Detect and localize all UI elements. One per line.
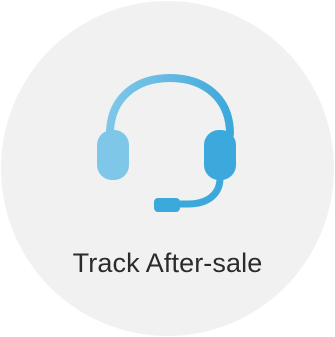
track-after-sale-tile[interactable]: Track After-sale	[0, 0, 335, 337]
headset-icon	[97, 73, 236, 212]
tile-label: Track After-sale	[72, 248, 263, 278]
